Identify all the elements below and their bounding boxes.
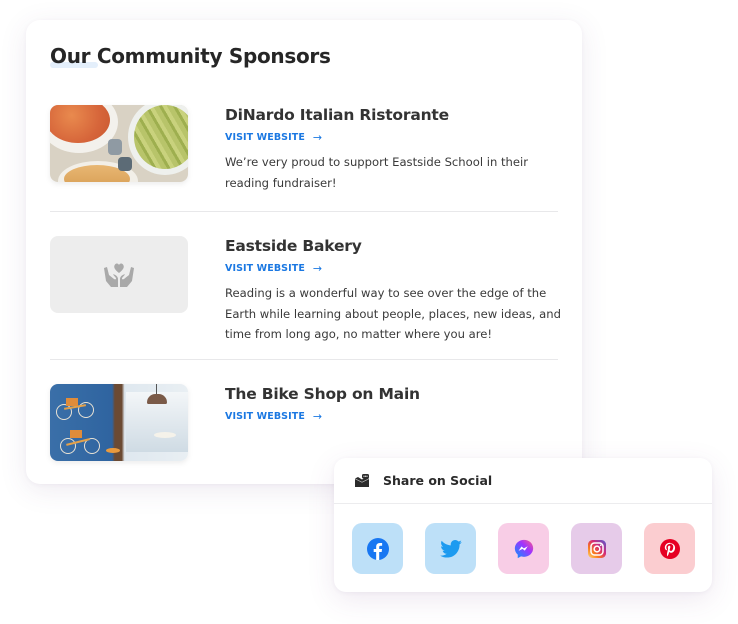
share-title: Share on Social (383, 473, 493, 488)
divider (50, 359, 558, 360)
sponsor-image-restaurant (50, 105, 188, 182)
visit-website-link[interactable]: VISIT WEBSITE → (225, 130, 322, 146)
twitter-icon (439, 539, 462, 558)
divider (50, 211, 558, 212)
pinterest-share-button[interactable] (644, 523, 695, 574)
facebook-share-button[interactable] (352, 523, 403, 574)
sponsor-image-bike-shop (50, 384, 188, 461)
share-envelope-icon (354, 473, 370, 488)
pinterest-icon (659, 538, 680, 559)
instagram-icon (587, 539, 606, 558)
social-buttons (352, 523, 695, 574)
hands-heart-icon (104, 263, 134, 287)
instagram-share-button[interactable] (571, 523, 622, 574)
arrow-right-icon: → (312, 262, 323, 275)
sponsor-description: Reading is a wonderful way to see over t… (225, 286, 561, 341)
card-title: Our Community Sponsors (50, 44, 331, 68)
sponsor-item: DiNardo Italian Ristorante VISIT WEBSITE… (50, 105, 558, 190)
messenger-share-button[interactable] (498, 523, 549, 574)
sponsor-description: We’re very proud to support Eastside Sch… (225, 155, 529, 190)
sponsor-item: Eastside Bakery VISIT WEBSITE → Reading … (50, 236, 561, 346)
visit-website-link[interactable]: VISIT WEBSITE → (225, 261, 322, 277)
sponsor-item: The Bike Shop on Main VISIT WEBSITE → (50, 384, 558, 464)
sponsor-image-placeholder (50, 236, 188, 313)
sponsor-name: DiNardo Italian Ristorante (225, 106, 449, 124)
visit-website-link[interactable]: VISIT WEBSITE → (225, 409, 322, 425)
share-header: Share on Social (334, 458, 712, 504)
sponsor-name: Eastside Bakery (225, 237, 362, 255)
facebook-icon (366, 537, 389, 560)
share-social-card: Share on Social (334, 458, 712, 592)
sponsors-card: Our Community Sponsors DiNardo Italian R… (26, 20, 582, 484)
arrow-right-icon: → (312, 131, 323, 144)
twitter-share-button[interactable] (425, 523, 476, 574)
sponsor-name: The Bike Shop on Main (225, 385, 420, 403)
arrow-right-icon: → (312, 410, 323, 423)
messenger-icon (514, 539, 533, 558)
